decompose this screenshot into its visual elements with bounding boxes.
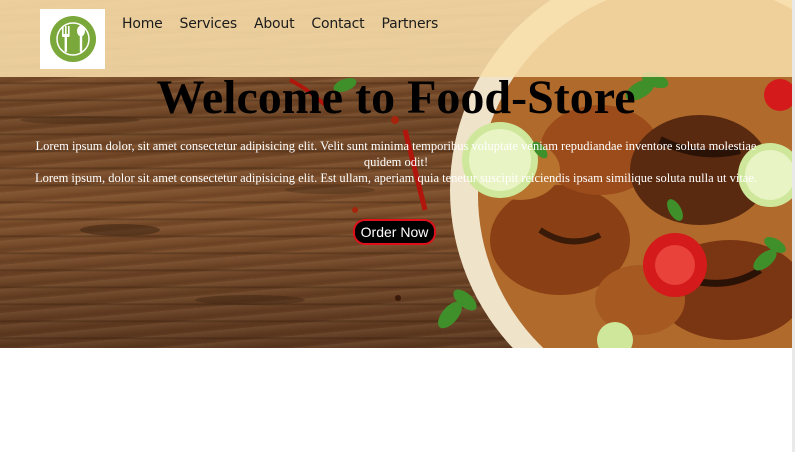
nav-menu: Home Services About Contact Partners (122, 16, 455, 32)
hero-paragraph-1: Lorem ipsum dolor, sit amet consectetur … (35, 139, 757, 169)
nav-item-home[interactable]: Home (122, 16, 163, 32)
nav-item-about[interactable]: About (254, 16, 295, 32)
site-logo[interactable] (40, 9, 105, 69)
hero-description: Lorem ipsum dolor, sit amet consectetur … (30, 138, 762, 186)
nav-item-contact[interactable]: Contact (311, 16, 364, 32)
navbar: Home Services About Contact Partners (0, 0, 792, 77)
nav-item-services[interactable]: Services (180, 16, 238, 32)
hero-title: Welcome to Food-Store (156, 71, 636, 124)
order-now-button[interactable]: Order Now (353, 219, 436, 245)
nav-item-partners[interactable]: Partners (381, 16, 438, 32)
hero-paragraph-2: Lorem ipsum, dolor sit amet consectetur … (34, 171, 758, 185)
utensils-plate-icon (49, 16, 96, 62)
